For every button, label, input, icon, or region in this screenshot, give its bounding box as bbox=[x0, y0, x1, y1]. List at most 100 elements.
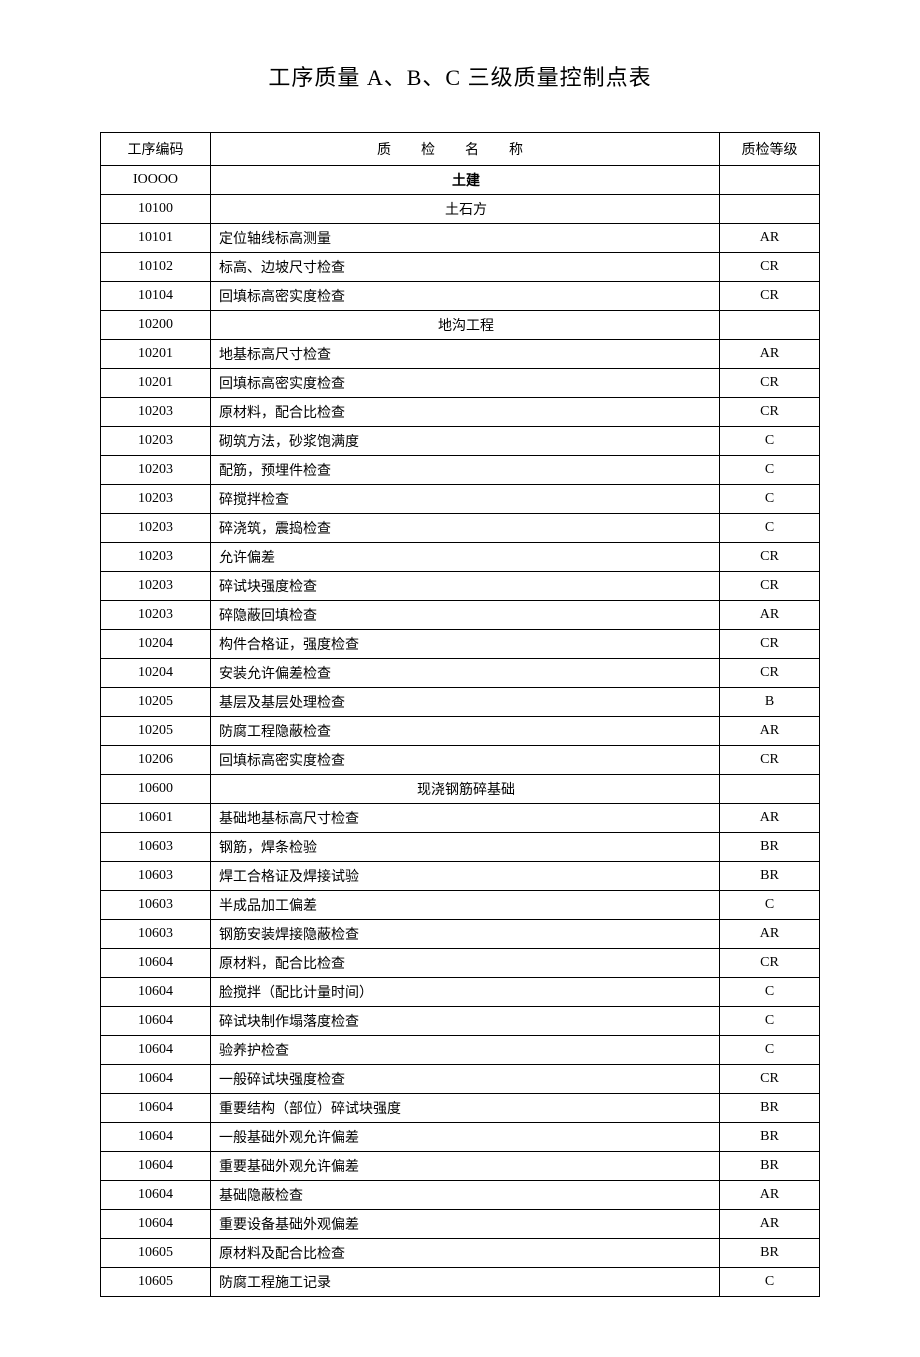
cell-name: 地沟工程 bbox=[211, 311, 720, 340]
table-row: 10203碎隐蔽回填检查AR bbox=[101, 601, 820, 630]
table-row: 10204安装允许偏差检查CR bbox=[101, 659, 820, 688]
cell-grade: AR bbox=[720, 920, 820, 949]
cell-code: 10203 bbox=[101, 543, 211, 572]
cell-name: 原材料及配合比检查 bbox=[211, 1239, 720, 1268]
cell-code: 10601 bbox=[101, 804, 211, 833]
cell-name: 砌筑方法，砂浆饱满度 bbox=[211, 427, 720, 456]
table-row: 10203碎试块强度检查CR bbox=[101, 572, 820, 601]
cell-name: 碎试块制作塌落度检查 bbox=[211, 1007, 720, 1036]
cell-code: 10605 bbox=[101, 1268, 211, 1297]
table-row: IOOOO土建 bbox=[101, 166, 820, 195]
cell-code: 10604 bbox=[101, 1210, 211, 1239]
cell-grade: C bbox=[720, 427, 820, 456]
cell-name: 一般基础外观允许偏差 bbox=[211, 1123, 720, 1152]
cell-code: 10604 bbox=[101, 1123, 211, 1152]
table-row: 10603焊工合格证及焊接试验BR bbox=[101, 862, 820, 891]
cell-grade bbox=[720, 775, 820, 804]
table-row: 10604重要基础外观允许偏差BR bbox=[101, 1152, 820, 1181]
cell-code: 10604 bbox=[101, 1065, 211, 1094]
cell-grade: B bbox=[720, 688, 820, 717]
cell-name: 基础隐蔽检查 bbox=[211, 1181, 720, 1210]
table-row: 10601基础地基标高尺寸检查AR bbox=[101, 804, 820, 833]
table-row: 10203原材料，配合比检查CR bbox=[101, 398, 820, 427]
cell-name: 重要设备基础外观偏差 bbox=[211, 1210, 720, 1239]
table-row: 10205防腐工程隐蔽检查AR bbox=[101, 717, 820, 746]
cell-grade: AR bbox=[720, 1210, 820, 1239]
cell-grade: BR bbox=[720, 1094, 820, 1123]
cell-name: 重要基础外观允许偏差 bbox=[211, 1152, 720, 1181]
cell-code: 10104 bbox=[101, 282, 211, 311]
cell-grade: AR bbox=[720, 601, 820, 630]
cell-name: 回填标高密实度检查 bbox=[211, 369, 720, 398]
cell-grade: CR bbox=[720, 1065, 820, 1094]
table-row: 10102标高、边坡尺寸检查CR bbox=[101, 253, 820, 282]
cell-code: 10603 bbox=[101, 833, 211, 862]
table-row: 10206回填标高密实度检查CR bbox=[101, 746, 820, 775]
cell-grade: C bbox=[720, 978, 820, 1007]
cell-name: 定位轴线标高测量 bbox=[211, 224, 720, 253]
cell-code: 10604 bbox=[101, 978, 211, 1007]
table-row: 10600现浇钢筋碎基础 bbox=[101, 775, 820, 804]
cell-name: 地基标高尺寸检查 bbox=[211, 340, 720, 369]
table-row: 10604一般基础外观允许偏差BR bbox=[101, 1123, 820, 1152]
table-row: 10604基础隐蔽检查AR bbox=[101, 1181, 820, 1210]
cell-code: 10203 bbox=[101, 456, 211, 485]
cell-grade: C bbox=[720, 485, 820, 514]
cell-name: 基层及基层处理检查 bbox=[211, 688, 720, 717]
cell-name: 半成品加工偏差 bbox=[211, 891, 720, 920]
cell-name: 土建 bbox=[211, 166, 720, 195]
cell-code: 10100 bbox=[101, 195, 211, 224]
cell-grade: AR bbox=[720, 804, 820, 833]
table-row: 10605防腐工程施工记录C bbox=[101, 1268, 820, 1297]
cell-code: 10206 bbox=[101, 746, 211, 775]
table-row: 10604脸搅拌（配比计量时间）C bbox=[101, 978, 820, 1007]
table-row: 10101定位轴线标高测量AR bbox=[101, 224, 820, 253]
table-header-row: 工序编码 质检名称 质检等级 bbox=[101, 133, 820, 166]
cell-grade: CR bbox=[720, 746, 820, 775]
cell-name: 防腐工程隐蔽检查 bbox=[211, 717, 720, 746]
cell-name: 构件合格证，强度检查 bbox=[211, 630, 720, 659]
table-row: 10201地基标高尺寸检查AR bbox=[101, 340, 820, 369]
cell-grade: CR bbox=[720, 282, 820, 311]
cell-code: 10204 bbox=[101, 659, 211, 688]
table-row: 10604重要设备基础外观偏差AR bbox=[101, 1210, 820, 1239]
cell-name: 允许偏差 bbox=[211, 543, 720, 572]
cell-code: 10204 bbox=[101, 630, 211, 659]
table-row: 10201回填标高密实度检查CR bbox=[101, 369, 820, 398]
cell-grade: C bbox=[720, 891, 820, 920]
cell-name: 原材料，配合比检查 bbox=[211, 949, 720, 978]
cell-code: 10600 bbox=[101, 775, 211, 804]
cell-name: 配筋，预埋件检查 bbox=[211, 456, 720, 485]
table-row: 10603半成品加工偏差C bbox=[101, 891, 820, 920]
cell-code: 10205 bbox=[101, 717, 211, 746]
cell-name: 标高、边坡尺寸检查 bbox=[211, 253, 720, 282]
header-grade: 质检等级 bbox=[720, 133, 820, 166]
header-code: 工序编码 bbox=[101, 133, 211, 166]
cell-code: 10605 bbox=[101, 1239, 211, 1268]
cell-grade bbox=[720, 195, 820, 224]
cell-code: 10203 bbox=[101, 485, 211, 514]
cell-name: 回填标高密实度检查 bbox=[211, 282, 720, 311]
cell-grade: C bbox=[720, 1268, 820, 1297]
cell-name: 碎试块强度检查 bbox=[211, 572, 720, 601]
cell-grade: CR bbox=[720, 572, 820, 601]
table-row: 10203砌筑方法，砂浆饱满度C bbox=[101, 427, 820, 456]
cell-name: 钢筋，焊条检验 bbox=[211, 833, 720, 862]
cell-name: 基础地基标高尺寸检查 bbox=[211, 804, 720, 833]
cell-grade: C bbox=[720, 514, 820, 543]
cell-name: 碎浇筑，震捣检查 bbox=[211, 514, 720, 543]
cell-code: 10102 bbox=[101, 253, 211, 282]
cell-grade: BR bbox=[720, 862, 820, 891]
table-row: 10603钢筋安装焊接隐蔽检查AR bbox=[101, 920, 820, 949]
table-row: 10203碎浇筑，震捣检查C bbox=[101, 514, 820, 543]
table-row: 10104回填标高密实度检查CR bbox=[101, 282, 820, 311]
cell-grade: CR bbox=[720, 630, 820, 659]
cell-grade: AR bbox=[720, 1181, 820, 1210]
cell-name: 焊工合格证及焊接试验 bbox=[211, 862, 720, 891]
cell-grade: CR bbox=[720, 398, 820, 427]
cell-code: 10101 bbox=[101, 224, 211, 253]
table-row: 10604原材料，配合比检查CR bbox=[101, 949, 820, 978]
cell-code: 10604 bbox=[101, 1036, 211, 1065]
table-row: 10204构件合格证，强度检查CR bbox=[101, 630, 820, 659]
cell-code: 10603 bbox=[101, 891, 211, 920]
